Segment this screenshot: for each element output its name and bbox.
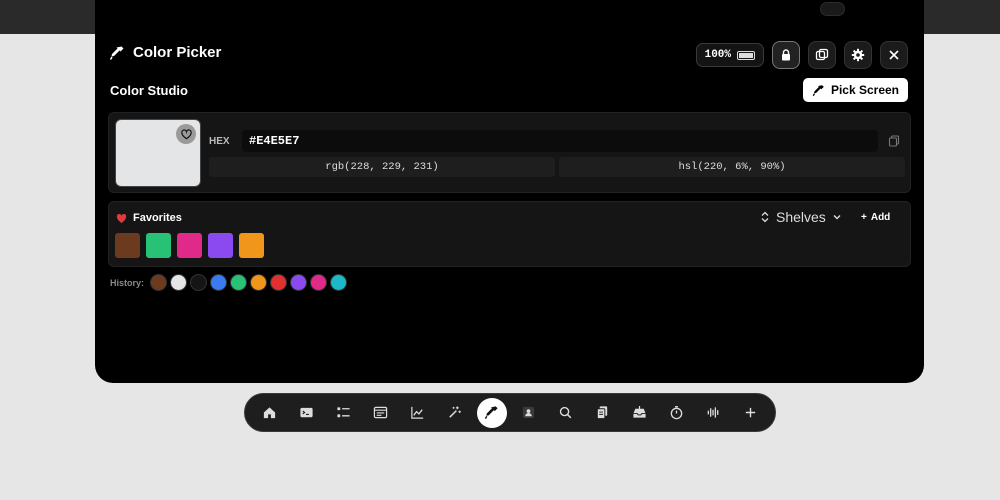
dock-home[interactable] bbox=[255, 398, 285, 428]
close-icon bbox=[889, 50, 899, 60]
lock-button[interactable] bbox=[772, 41, 800, 69]
timer-icon bbox=[670, 406, 683, 420]
gear-icon bbox=[851, 48, 865, 62]
history-row: History: bbox=[110, 274, 348, 291]
history-swatch[interactable] bbox=[250, 274, 268, 291]
hex-label: HEX bbox=[209, 136, 230, 147]
history-label: History: bbox=[110, 277, 145, 288]
dock bbox=[244, 393, 776, 432]
inbox-icon bbox=[633, 405, 646, 418]
dock-checklist[interactable] bbox=[329, 398, 359, 428]
favorite-swatch[interactable] bbox=[177, 233, 202, 258]
waveform-icon bbox=[707, 407, 719, 418]
add-favorite-button[interactable]: + Add bbox=[861, 212, 890, 223]
favorite-swatch[interactable] bbox=[115, 233, 140, 258]
favorite-swatches bbox=[115, 233, 264, 258]
eyedropper-icon bbox=[484, 406, 498, 419]
dock-audio[interactable] bbox=[699, 398, 729, 428]
search-icon bbox=[559, 406, 572, 419]
browser-icon bbox=[373, 406, 388, 419]
color-picker-panel: Color Picker 100% Color Studio Pick Scre… bbox=[95, 0, 924, 383]
dock-contacts[interactable] bbox=[514, 398, 544, 428]
dock-color-picker[interactable] bbox=[476, 397, 507, 428]
history-swatch[interactable] bbox=[310, 274, 328, 291]
lock-icon bbox=[782, 49, 790, 61]
color-preview bbox=[115, 119, 201, 187]
shelves-dropdown[interactable]: Shelves bbox=[759, 209, 843, 225]
dock-browser[interactable] bbox=[366, 398, 396, 428]
checklist-icon bbox=[337, 407, 350, 418]
battery-icon bbox=[737, 50, 755, 60]
history-swatch[interactable] bbox=[330, 274, 348, 291]
contacts-icon bbox=[522, 406, 535, 419]
home-icon bbox=[263, 407, 276, 419]
magic-wand-icon bbox=[449, 406, 461, 418]
history-swatch[interactable] bbox=[230, 274, 248, 291]
heart-icon bbox=[180, 128, 192, 139]
dock-magic[interactable] bbox=[440, 398, 470, 428]
history-swatch[interactable] bbox=[150, 274, 168, 291]
battery-percent: 100% bbox=[704, 49, 731, 61]
panel-header: Color Picker bbox=[109, 44, 221, 61]
dock-chart[interactable] bbox=[403, 398, 433, 428]
hex-input[interactable]: #E4E5E7 bbox=[242, 130, 878, 152]
favorites-title: Favorites bbox=[133, 212, 182, 224]
plus-icon bbox=[745, 407, 756, 418]
dock-inbox[interactable] bbox=[625, 398, 655, 428]
eyedropper-icon bbox=[812, 84, 824, 96]
window-icon bbox=[815, 48, 829, 61]
dock-timer[interactable] bbox=[662, 398, 692, 428]
battery-indicator: 100% bbox=[695, 43, 764, 67]
history-swatch[interactable] bbox=[270, 274, 288, 291]
favorite-swatch[interactable] bbox=[208, 233, 233, 258]
chart-icon bbox=[411, 406, 424, 419]
chevron-down-icon bbox=[833, 215, 841, 220]
dock-search[interactable] bbox=[551, 398, 581, 428]
eyedropper-icon bbox=[109, 46, 124, 60]
copy-icon[interactable] bbox=[888, 135, 900, 147]
favorite-toggle[interactable] bbox=[176, 124, 196, 144]
window-button[interactable] bbox=[808, 41, 836, 69]
color-card: HEX #E4E5E7 rgb(228, 229, 231) hsl(220, … bbox=[108, 112, 911, 193]
dock-clipboard[interactable] bbox=[588, 398, 618, 428]
shelves-label: Shelves bbox=[776, 209, 826, 225]
terminal-icon bbox=[300, 407, 313, 418]
history-swatch[interactable] bbox=[210, 274, 228, 291]
dock-add[interactable] bbox=[736, 398, 766, 428]
settings-button[interactable] bbox=[844, 41, 872, 69]
favorite-swatch[interactable] bbox=[146, 233, 171, 258]
history-swatch[interactable] bbox=[170, 274, 188, 291]
plus-icon: + bbox=[861, 212, 867, 223]
camera-notch bbox=[820, 2, 845, 16]
dock-terminal[interactable] bbox=[292, 398, 322, 428]
hsl-value[interactable]: hsl(220, 6%, 90%) bbox=[559, 157, 905, 177]
favorites-header: Favorites bbox=[116, 212, 182, 224]
history-swatch[interactable] bbox=[290, 274, 308, 291]
favorite-swatch[interactable] bbox=[239, 233, 264, 258]
heart-icon bbox=[116, 213, 127, 223]
studio-title: Color Studio bbox=[110, 83, 188, 98]
favorites-card: Favorites Shelves + Add bbox=[108, 201, 911, 267]
app-title: Color Picker bbox=[133, 44, 222, 61]
rgb-value[interactable]: rgb(228, 229, 231) bbox=[209, 157, 555, 177]
pick-screen-button[interactable]: Pick Screen bbox=[802, 78, 908, 102]
add-label: Add bbox=[870, 212, 891, 223]
pick-screen-label: Pick Screen bbox=[830, 83, 899, 97]
header-controls: 100% bbox=[695, 41, 908, 69]
history-swatch[interactable] bbox=[190, 274, 208, 291]
updown-icon bbox=[761, 211, 769, 223]
clipboard-icon bbox=[596, 406, 608, 420]
close-button[interactable] bbox=[880, 41, 908, 69]
